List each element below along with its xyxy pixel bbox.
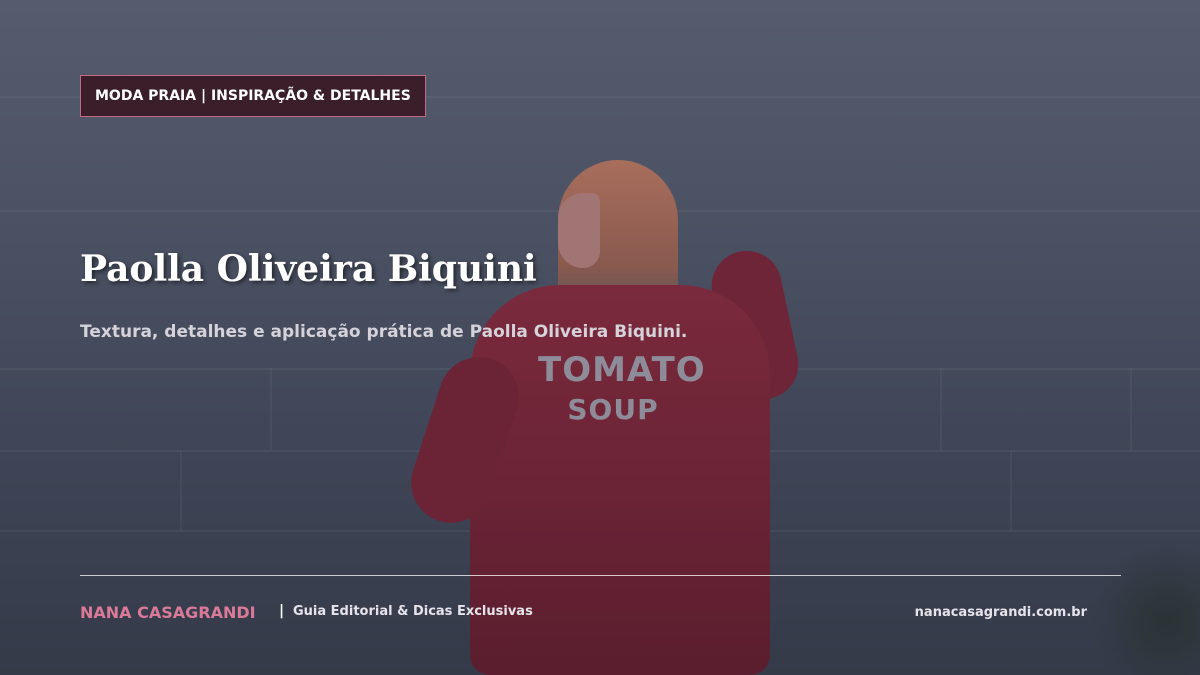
- footer-divider: [80, 575, 1121, 576]
- sweater-print-text: TOMATO SOUP: [538, 350, 706, 430]
- page-subtitle: Textura, detalhes e aplicação prática de…: [80, 322, 688, 342]
- brand-tagline: Guia Editorial & Dicas Exclusivas: [293, 604, 533, 619]
- sweater-print-line2: SOUP: [567, 393, 659, 426]
- brand-name: NANA CASAGRANDI: [80, 603, 256, 622]
- category-tag: MODA PRAIA | INSPIRAÇÃO & DETALHES: [80, 75, 426, 117]
- plant-decoration: [1090, 540, 1200, 675]
- background-photo-subject: TOMATO SOUP: [400, 155, 805, 675]
- footer-separator: |: [279, 603, 285, 619]
- page-title: Paolla Oliveira Biquini: [80, 248, 537, 290]
- subject-face: [558, 193, 600, 268]
- hero-banner: TOMATO SOUP MODA PRAIA | INSPIRAÇÃO & DE…: [0, 0, 1200, 675]
- website-url: nanacasagrandi.com.br: [914, 605, 1087, 620]
- sweater-print-line1: TOMATO: [538, 350, 706, 390]
